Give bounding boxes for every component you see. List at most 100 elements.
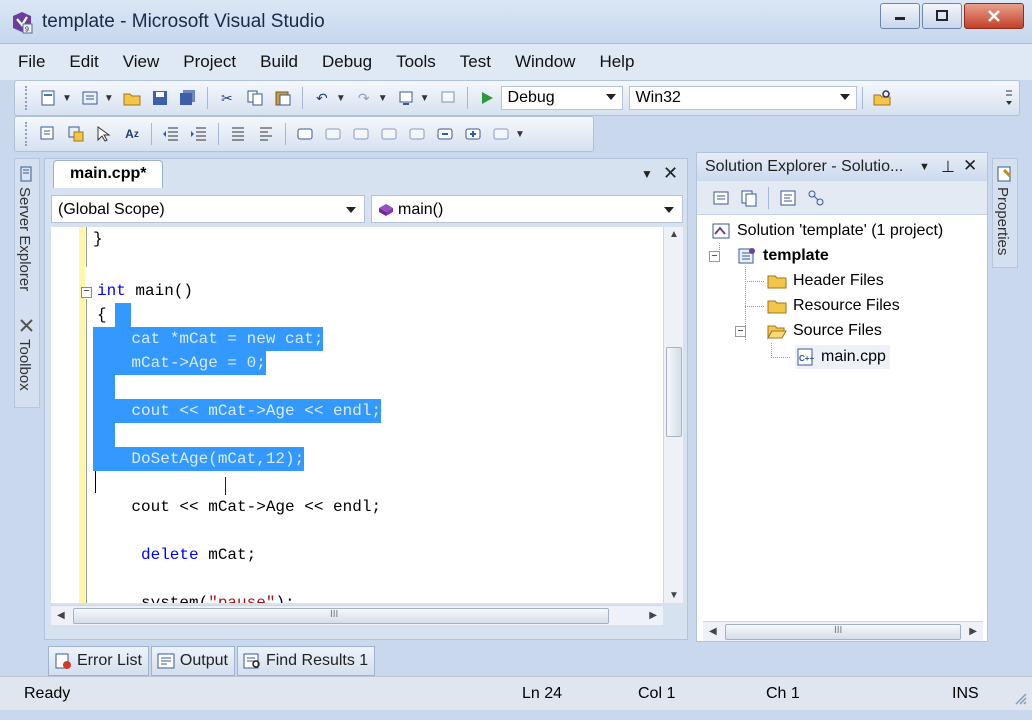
resize-grip-icon[interactable]: [1014, 692, 1028, 706]
decrease-indent-icon[interactable]: [160, 123, 182, 145]
horizontal-scrollbar[interactable]: ◀ III ▶: [51, 605, 663, 625]
scope-dropdown[interactable]: (Global Scope): [51, 195, 365, 223]
object-members-icon[interactable]: [37, 123, 59, 145]
properties-icon[interactable]: [710, 187, 732, 209]
solution-configuration-combo[interactable]: Debug: [500, 86, 623, 110]
cut-icon[interactable]: ✂: [216, 87, 238, 109]
horizontal-scroll-thumb[interactable]: III: [73, 608, 609, 624]
undo-icon[interactable]: ↶: [311, 87, 333, 109]
properties-tab[interactable]: Properties: [994, 187, 1011, 255]
tree-item-project[interactable]: template: [737, 244, 829, 268]
menu-test[interactable]: Test: [460, 52, 491, 72]
panel-title: Solution Explorer - Solutio...: [705, 158, 904, 175]
uncomment-lines-icon[interactable]: [255, 123, 277, 145]
horizontal-scroll-thumb[interactable]: III: [725, 624, 961, 640]
pin-icon[interactable]: ⊥: [941, 157, 955, 177]
scroll-down-icon[interactable]: ▼: [669, 590, 679, 601]
complete-word-icon[interactable]: Az: [121, 123, 143, 145]
increase-indent-icon[interactable]: [188, 123, 210, 145]
scroll-left-icon[interactable]: ◀: [709, 626, 717, 637]
save-all-icon[interactable]: [177, 87, 199, 109]
menu-tools[interactable]: Tools: [396, 52, 436, 72]
parameter-info-icon[interactable]: [65, 123, 87, 145]
view-code-icon[interactable]: [777, 187, 799, 209]
chevron-down-icon[interactable]: ▼: [104, 93, 114, 104]
vertical-scroll-thumb[interactable]: [666, 347, 682, 437]
close-panel-icon[interactable]: ✕: [963, 156, 977, 176]
tree-item-header-files[interactable]: Header Files: [767, 269, 884, 293]
server-explorer-tab[interactable]: Server Explorer: [16, 187, 33, 291]
previous-bookmark-in-folder-icon[interactable]: [378, 123, 400, 145]
start-debugging-icon[interactable]: [476, 87, 498, 109]
add-item-icon[interactable]: [79, 87, 101, 109]
panel-menu-icon[interactable]: ▼: [919, 161, 930, 173]
previous-bookmark-icon[interactable]: [322, 123, 344, 145]
properties-icon: [997, 166, 1012, 182]
previous-bookmark-in-document-icon[interactable]: [434, 123, 456, 145]
class-view-icon[interactable]: [805, 187, 827, 209]
show-all-files-icon[interactable]: [738, 187, 760, 209]
tab-output[interactable]: Output: [150, 646, 235, 676]
tab-find-results[interactable]: Find Results 1: [236, 646, 376, 676]
copy-icon[interactable]: [244, 87, 266, 109]
toggle-bookmark-icon[interactable]: [294, 123, 316, 145]
next-bookmark-in-document-icon[interactable]: [462, 123, 484, 145]
folder-icon: [767, 275, 787, 289]
collapse-source-files-button[interactable]: −: [735, 326, 746, 337]
scroll-up-icon[interactable]: ▲: [669, 229, 679, 240]
maximize-button[interactable]: [922, 3, 962, 29]
code-text-area[interactable]: − } int main() { cat *mCat = new cat; mC…: [51, 227, 663, 603]
paste-icon[interactable]: [272, 87, 294, 109]
vertical-scrollbar[interactable]: ▲ ▼: [663, 227, 683, 603]
chevron-down-icon[interactable]: ▼: [378, 93, 388, 104]
chevron-down-icon[interactable]: ▼: [62, 93, 72, 104]
menu-help[interactable]: Help: [599, 52, 634, 72]
folder-icon: [767, 300, 787, 314]
find-in-files-icon[interactable]: [871, 87, 893, 109]
toolbar-grip[interactable]: [25, 86, 28, 110]
menu-view[interactable]: View: [123, 52, 160, 72]
tree-item-source-files[interactable]: Source Files: [767, 319, 882, 343]
comment-lines-icon[interactable]: [227, 123, 249, 145]
menu-window[interactable]: Window: [515, 52, 575, 72]
horizontal-scrollbar[interactable]: ◀ III ▶: [703, 621, 983, 641]
tree-item-solution[interactable]: Solution 'template' (1 project): [711, 219, 943, 243]
open-file-icon[interactable]: [121, 87, 143, 109]
menu-edit[interactable]: Edit: [69, 52, 98, 72]
menu-file[interactable]: File: [18, 52, 45, 72]
window-position-dropdown-icon[interactable]: ▼: [641, 167, 653, 181]
toolbar-overflow-icon[interactable]: [1005, 87, 1013, 109]
scroll-right-icon[interactable]: ▶: [969, 626, 977, 637]
minimize-button[interactable]: [880, 3, 920, 29]
new-project-icon[interactable]: [37, 87, 59, 109]
tab-main-cpp[interactable]: main.cpp*: [53, 160, 163, 188]
close-button[interactable]: [964, 3, 1024, 29]
next-bookmark-in-folder-icon[interactable]: [406, 123, 428, 145]
next-bookmark-icon[interactable]: [350, 123, 372, 145]
tab-error-list[interactable]: Error List: [48, 646, 149, 676]
redo-icon[interactable]: ↷: [353, 87, 375, 109]
chevron-down-icon[interactable]: ▼: [336, 93, 346, 104]
navigate-forward-icon[interactable]: [437, 87, 459, 109]
close-document-icon[interactable]: ✕: [663, 163, 678, 184]
navigate-backward-icon[interactable]: [395, 87, 417, 109]
member-dropdown[interactable]: main(): [371, 195, 683, 223]
save-icon[interactable]: [149, 87, 171, 109]
collapse-project-button[interactable]: −: [709, 251, 720, 262]
collapse-outline-button[interactable]: −: [81, 287, 92, 298]
quick-info-icon[interactable]: [93, 123, 115, 145]
scroll-left-icon[interactable]: ◀: [57, 610, 65, 621]
solution-platform-combo[interactable]: Win32: [628, 86, 857, 110]
chevron-down-icon[interactable]: ▼: [420, 93, 430, 104]
clear-bookmarks-icon[interactable]: [490, 123, 512, 145]
menu-build[interactable]: Build: [260, 52, 298, 72]
scroll-right-icon[interactable]: ▶: [649, 610, 657, 621]
menu-project[interactable]: Project: [183, 52, 236, 72]
solution-explorer-panel: Solution Explorer - Solutio... ▼ ⊥ ✕ Sol…: [696, 152, 988, 642]
menu-debug[interactable]: Debug: [322, 52, 372, 72]
tree-item-main-cpp[interactable]: C++ main.cpp: [795, 345, 890, 369]
toolbar-grip[interactable]: [25, 122, 28, 146]
tree-item-resource-files[interactable]: Resource Files: [767, 294, 900, 318]
chevron-down-icon[interactable]: ▼: [515, 129, 525, 140]
toolbox-tab[interactable]: Toolbox: [16, 339, 33, 391]
